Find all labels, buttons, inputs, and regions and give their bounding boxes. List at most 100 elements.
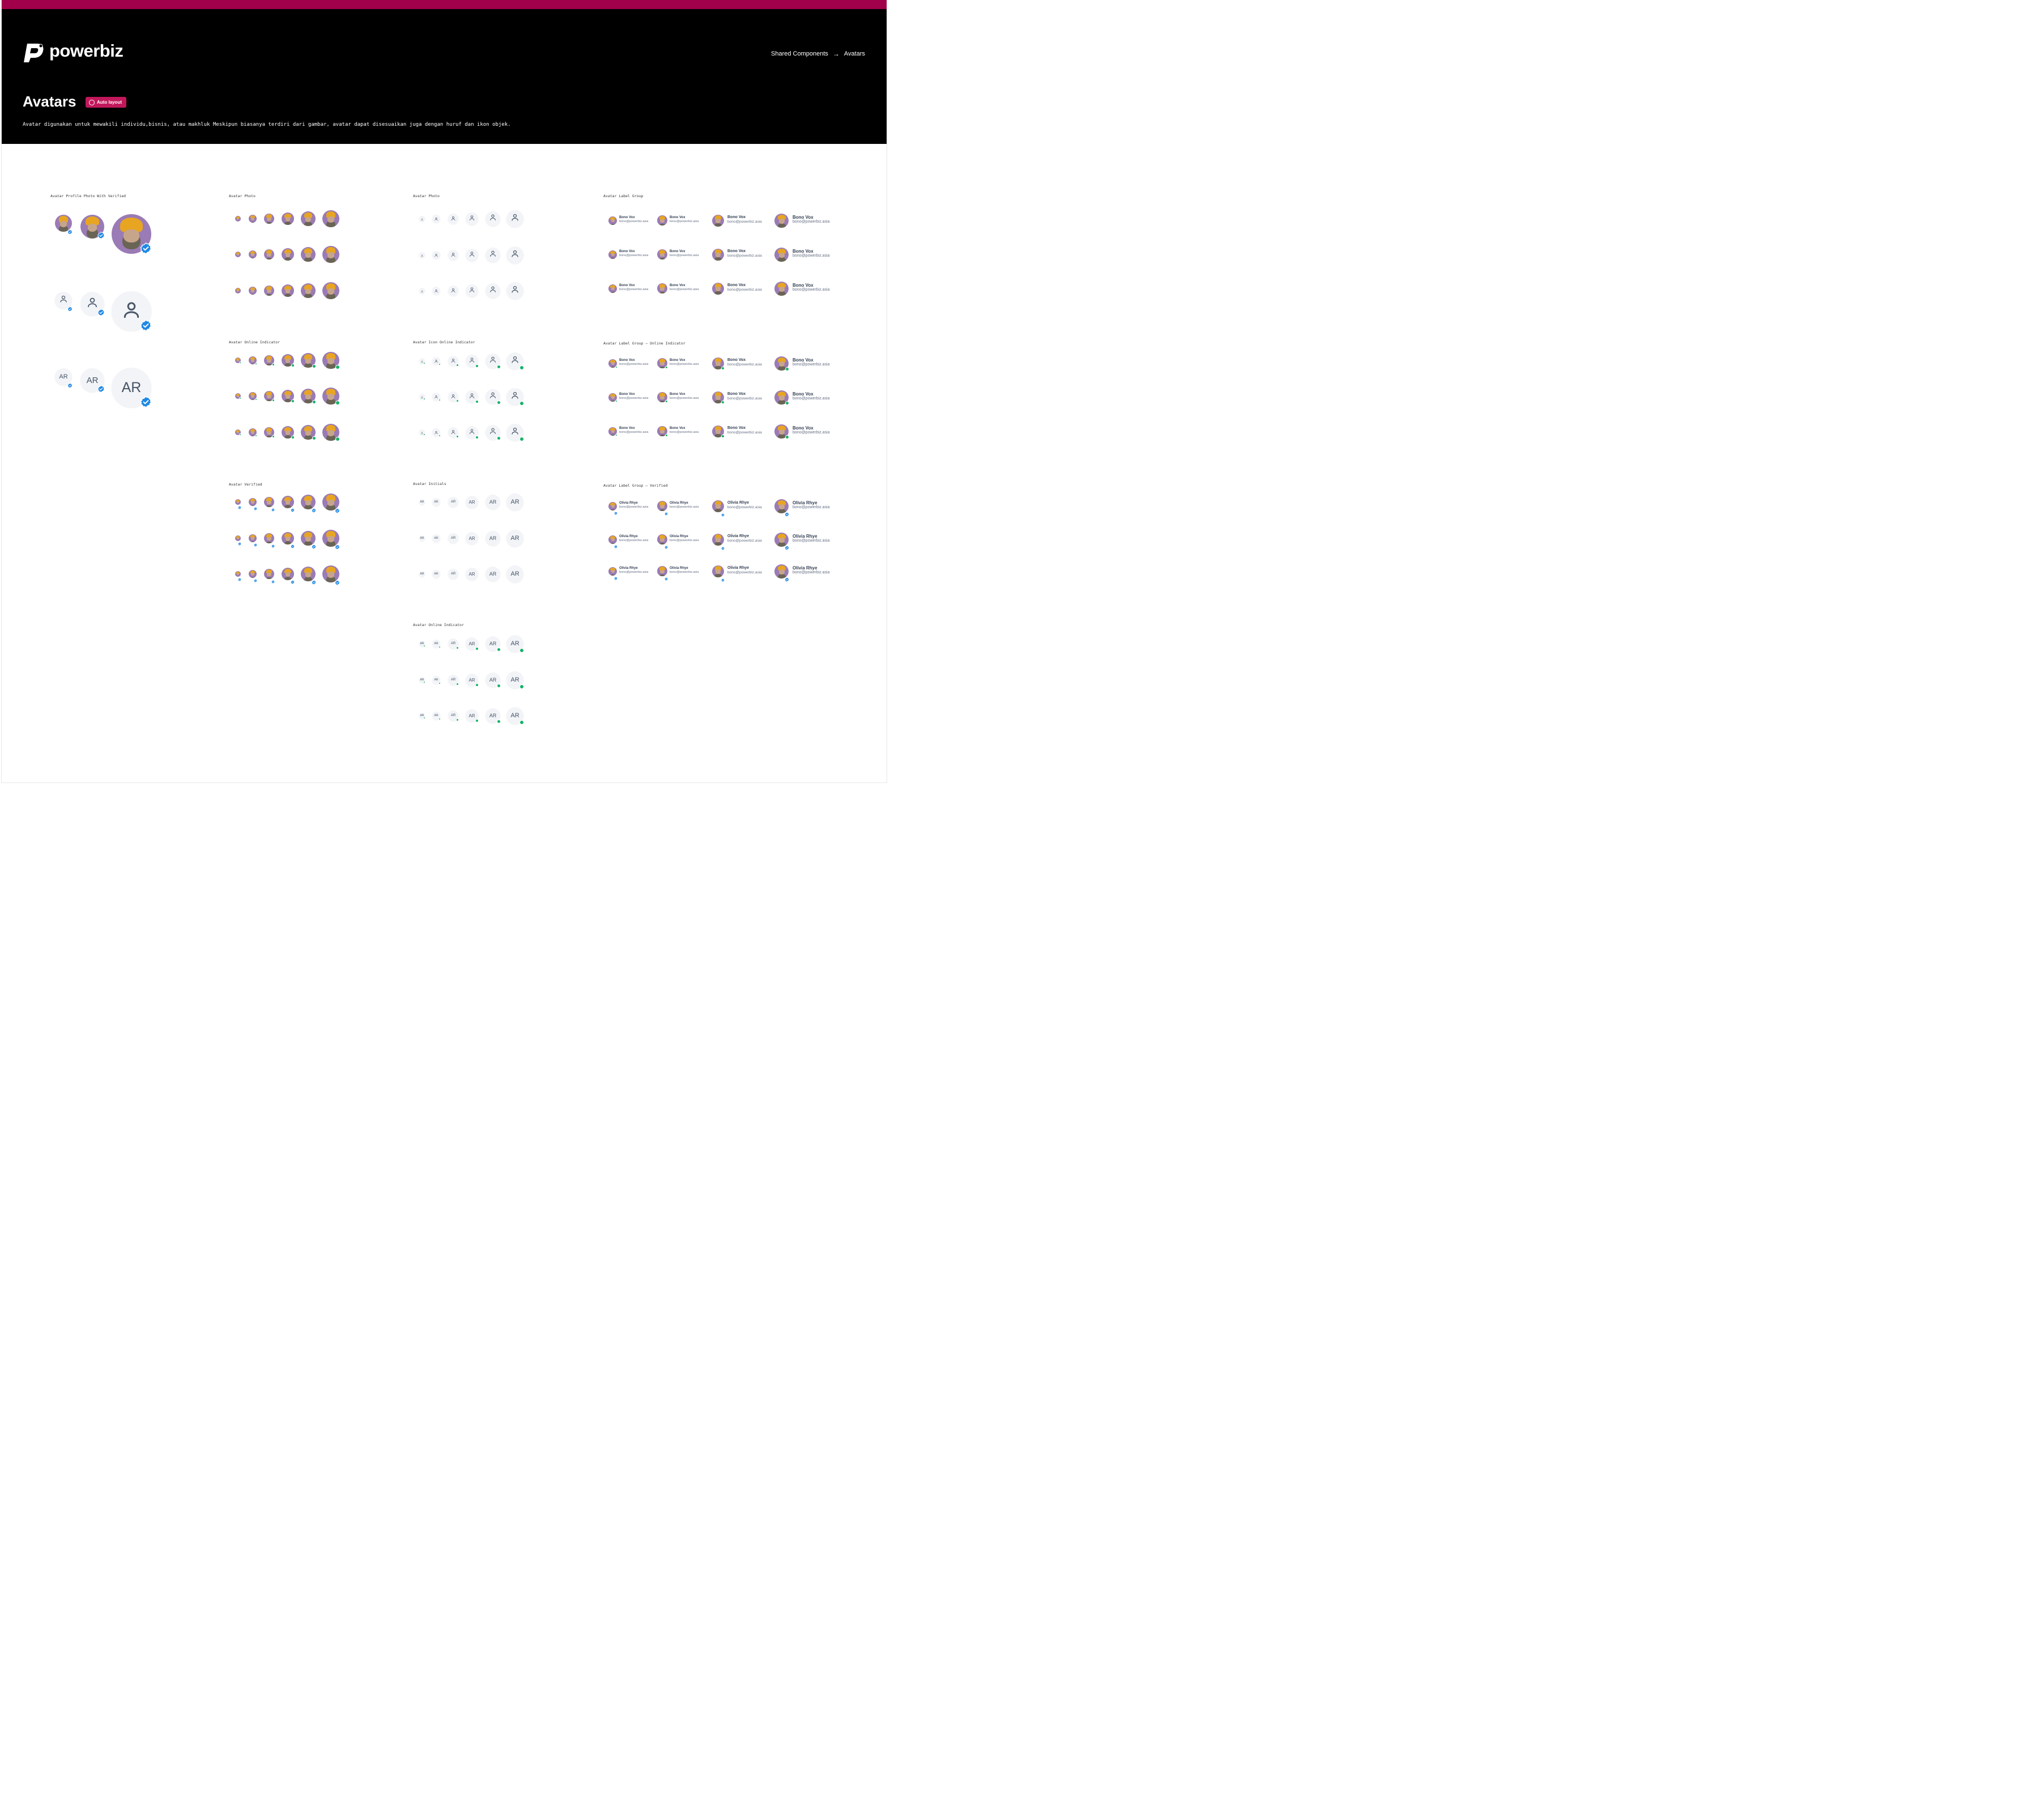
avatar-photo[interactable] <box>235 252 241 257</box>
avatar-initials-text: AR <box>469 571 475 577</box>
avatar-photo[interactable] <box>301 211 316 226</box>
page-header: powerbiz Shared Components → Avatars Ava… <box>2 9 887 144</box>
avatar-initials-text: AR <box>450 537 456 540</box>
avatar-placeholder[interactable] <box>466 212 478 225</box>
avatar-placeholder[interactable] <box>432 215 440 223</box>
verified-check-icon <box>271 576 275 584</box>
avatar-initials[interactable]: AR <box>506 493 523 510</box>
avatar-photo[interactable] <box>712 248 724 261</box>
avatar-placeholder[interactable] <box>486 211 500 226</box>
avatar-placeholder[interactable] <box>506 210 523 227</box>
online-indicator <box>291 364 295 367</box>
avatar-photo[interactable] <box>774 247 789 262</box>
avatar-placeholder[interactable] <box>419 252 425 258</box>
avatar-label-name: Bono Vox <box>793 283 814 288</box>
avatar-photo[interactable] <box>282 284 294 297</box>
avatar-initials[interactable]: AR <box>419 499 425 505</box>
avatar-placeholder[interactable] <box>432 251 440 259</box>
avatar-label: Bono Vox bono@powerbiz.asia <box>670 250 699 257</box>
avatar-photo[interactable] <box>712 214 724 227</box>
user-icon <box>489 250 497 260</box>
avatar-photo[interactable] <box>249 250 257 258</box>
avatar-initials[interactable]: AR <box>506 530 523 547</box>
avatar-placeholder[interactable] <box>466 284 478 297</box>
avatar-placeholder[interactable] <box>419 288 425 293</box>
online-indicator <box>438 363 441 365</box>
avatar-photo[interactable] <box>322 246 339 263</box>
user-icon <box>451 356 456 366</box>
avatar-initials[interactable]: AR <box>448 569 458 579</box>
avatar-placeholder[interactable] <box>448 286 458 296</box>
avatar-initials-text: AR <box>434 572 438 576</box>
avatar-photo[interactable] <box>657 215 667 226</box>
avatar-photo[interactable] <box>282 248 294 261</box>
avatar-photo[interactable] <box>608 216 617 225</box>
avatar-photo[interactable] <box>264 249 274 259</box>
avatar-initials[interactable]: AR <box>432 570 440 578</box>
verified-check-icon <box>67 304 73 312</box>
avatar-initials[interactable]: AR <box>448 533 458 543</box>
online-indicator <box>255 398 257 401</box>
avatar-initials[interactable]: AR <box>466 568 478 580</box>
avatar-photo[interactable] <box>301 247 316 262</box>
avatar-label: Bono Vox bono@powerbiz.asia <box>670 359 699 366</box>
avatar-initials[interactable]: AR <box>466 532 478 544</box>
avatar-photo[interactable] <box>249 215 257 223</box>
avatar-photo[interactable] <box>608 250 617 259</box>
avatar-placeholder[interactable] <box>448 250 458 260</box>
avatar-label-name: Olivia Rhye <box>670 535 688 538</box>
avatar-photo[interactable] <box>608 284 617 293</box>
avatar-initials[interactable]: AR <box>486 495 500 509</box>
online-indicator <box>456 683 459 686</box>
verified-check-icon <box>97 309 105 316</box>
avatar-initials[interactable]: AR <box>486 531 500 546</box>
avatar-label: Bono Vox bono@powerbiz.asia <box>727 426 762 435</box>
user-icon <box>451 250 456 260</box>
avatar-placeholder[interactable] <box>486 283 500 298</box>
avatar-initials[interactable]: AR <box>432 498 440 506</box>
verified-check-icon <box>67 227 73 235</box>
user-icon <box>469 214 475 224</box>
avatar-initials[interactable]: AR <box>466 496 478 508</box>
avatar-photo[interactable] <box>322 210 339 227</box>
breadcrumb-current: Avatars <box>844 50 865 57</box>
avatar-photo[interactable] <box>235 216 241 222</box>
avatar-photo[interactable] <box>264 214 274 224</box>
avatar-label: Olivia Rhye bono@powerbiz.asia <box>619 535 648 542</box>
avatar-photo[interactable] <box>774 213 789 228</box>
avatar-initials[interactable]: AR <box>506 565 523 582</box>
avatar-photo[interactable] <box>264 286 274 296</box>
verified-check-icon <box>721 575 725 582</box>
avatar-photo[interactable] <box>301 283 316 298</box>
avatar-photo[interactable] <box>712 282 724 295</box>
avatar-placeholder[interactable] <box>506 282 523 299</box>
avatar-photo[interactable] <box>235 288 241 293</box>
avatar-label-name: Bono Vox <box>727 358 746 362</box>
online-indicator <box>519 365 524 370</box>
online-indicator <box>423 433 425 436</box>
avatar-placeholder[interactable] <box>432 287 440 295</box>
user-icon <box>489 286 497 296</box>
avatar-photo[interactable] <box>774 281 789 296</box>
avatar-placeholder[interactable] <box>466 249 478 261</box>
avatar-initials[interactable]: AR <box>419 535 425 541</box>
avatar-photo[interactable] <box>657 283 667 293</box>
avatar-placeholder[interactable] <box>419 216 425 222</box>
avatar-initials[interactable]: AR <box>448 497 458 507</box>
avatar-label-name: Bono Vox <box>727 215 746 219</box>
avatar-initials[interactable]: AR <box>486 567 500 581</box>
avatar-photo[interactable] <box>657 249 667 259</box>
avatar-placeholder[interactable] <box>448 214 458 224</box>
avatar-photo[interactable] <box>249 287 257 295</box>
avatar-label-name: Olivia Rhye <box>793 534 817 539</box>
avatar-initials[interactable]: AR <box>432 534 440 542</box>
avatar-photo[interactable] <box>282 212 294 225</box>
avatar-photo[interactable] <box>322 282 339 299</box>
avatar-label: Olivia Rhye bono@powerbiz.asia <box>670 567 699 574</box>
breadcrumb-parent[interactable]: Shared Components <box>771 50 828 57</box>
avatar-label-email: bono@powerbiz.asia <box>619 396 649 400</box>
avatar-label-email: bono@powerbiz.asia <box>793 431 830 435</box>
avatar-placeholder[interactable] <box>506 246 523 263</box>
avatar-placeholder[interactable] <box>486 248 500 262</box>
avatar-initials[interactable]: AR <box>419 571 425 577</box>
